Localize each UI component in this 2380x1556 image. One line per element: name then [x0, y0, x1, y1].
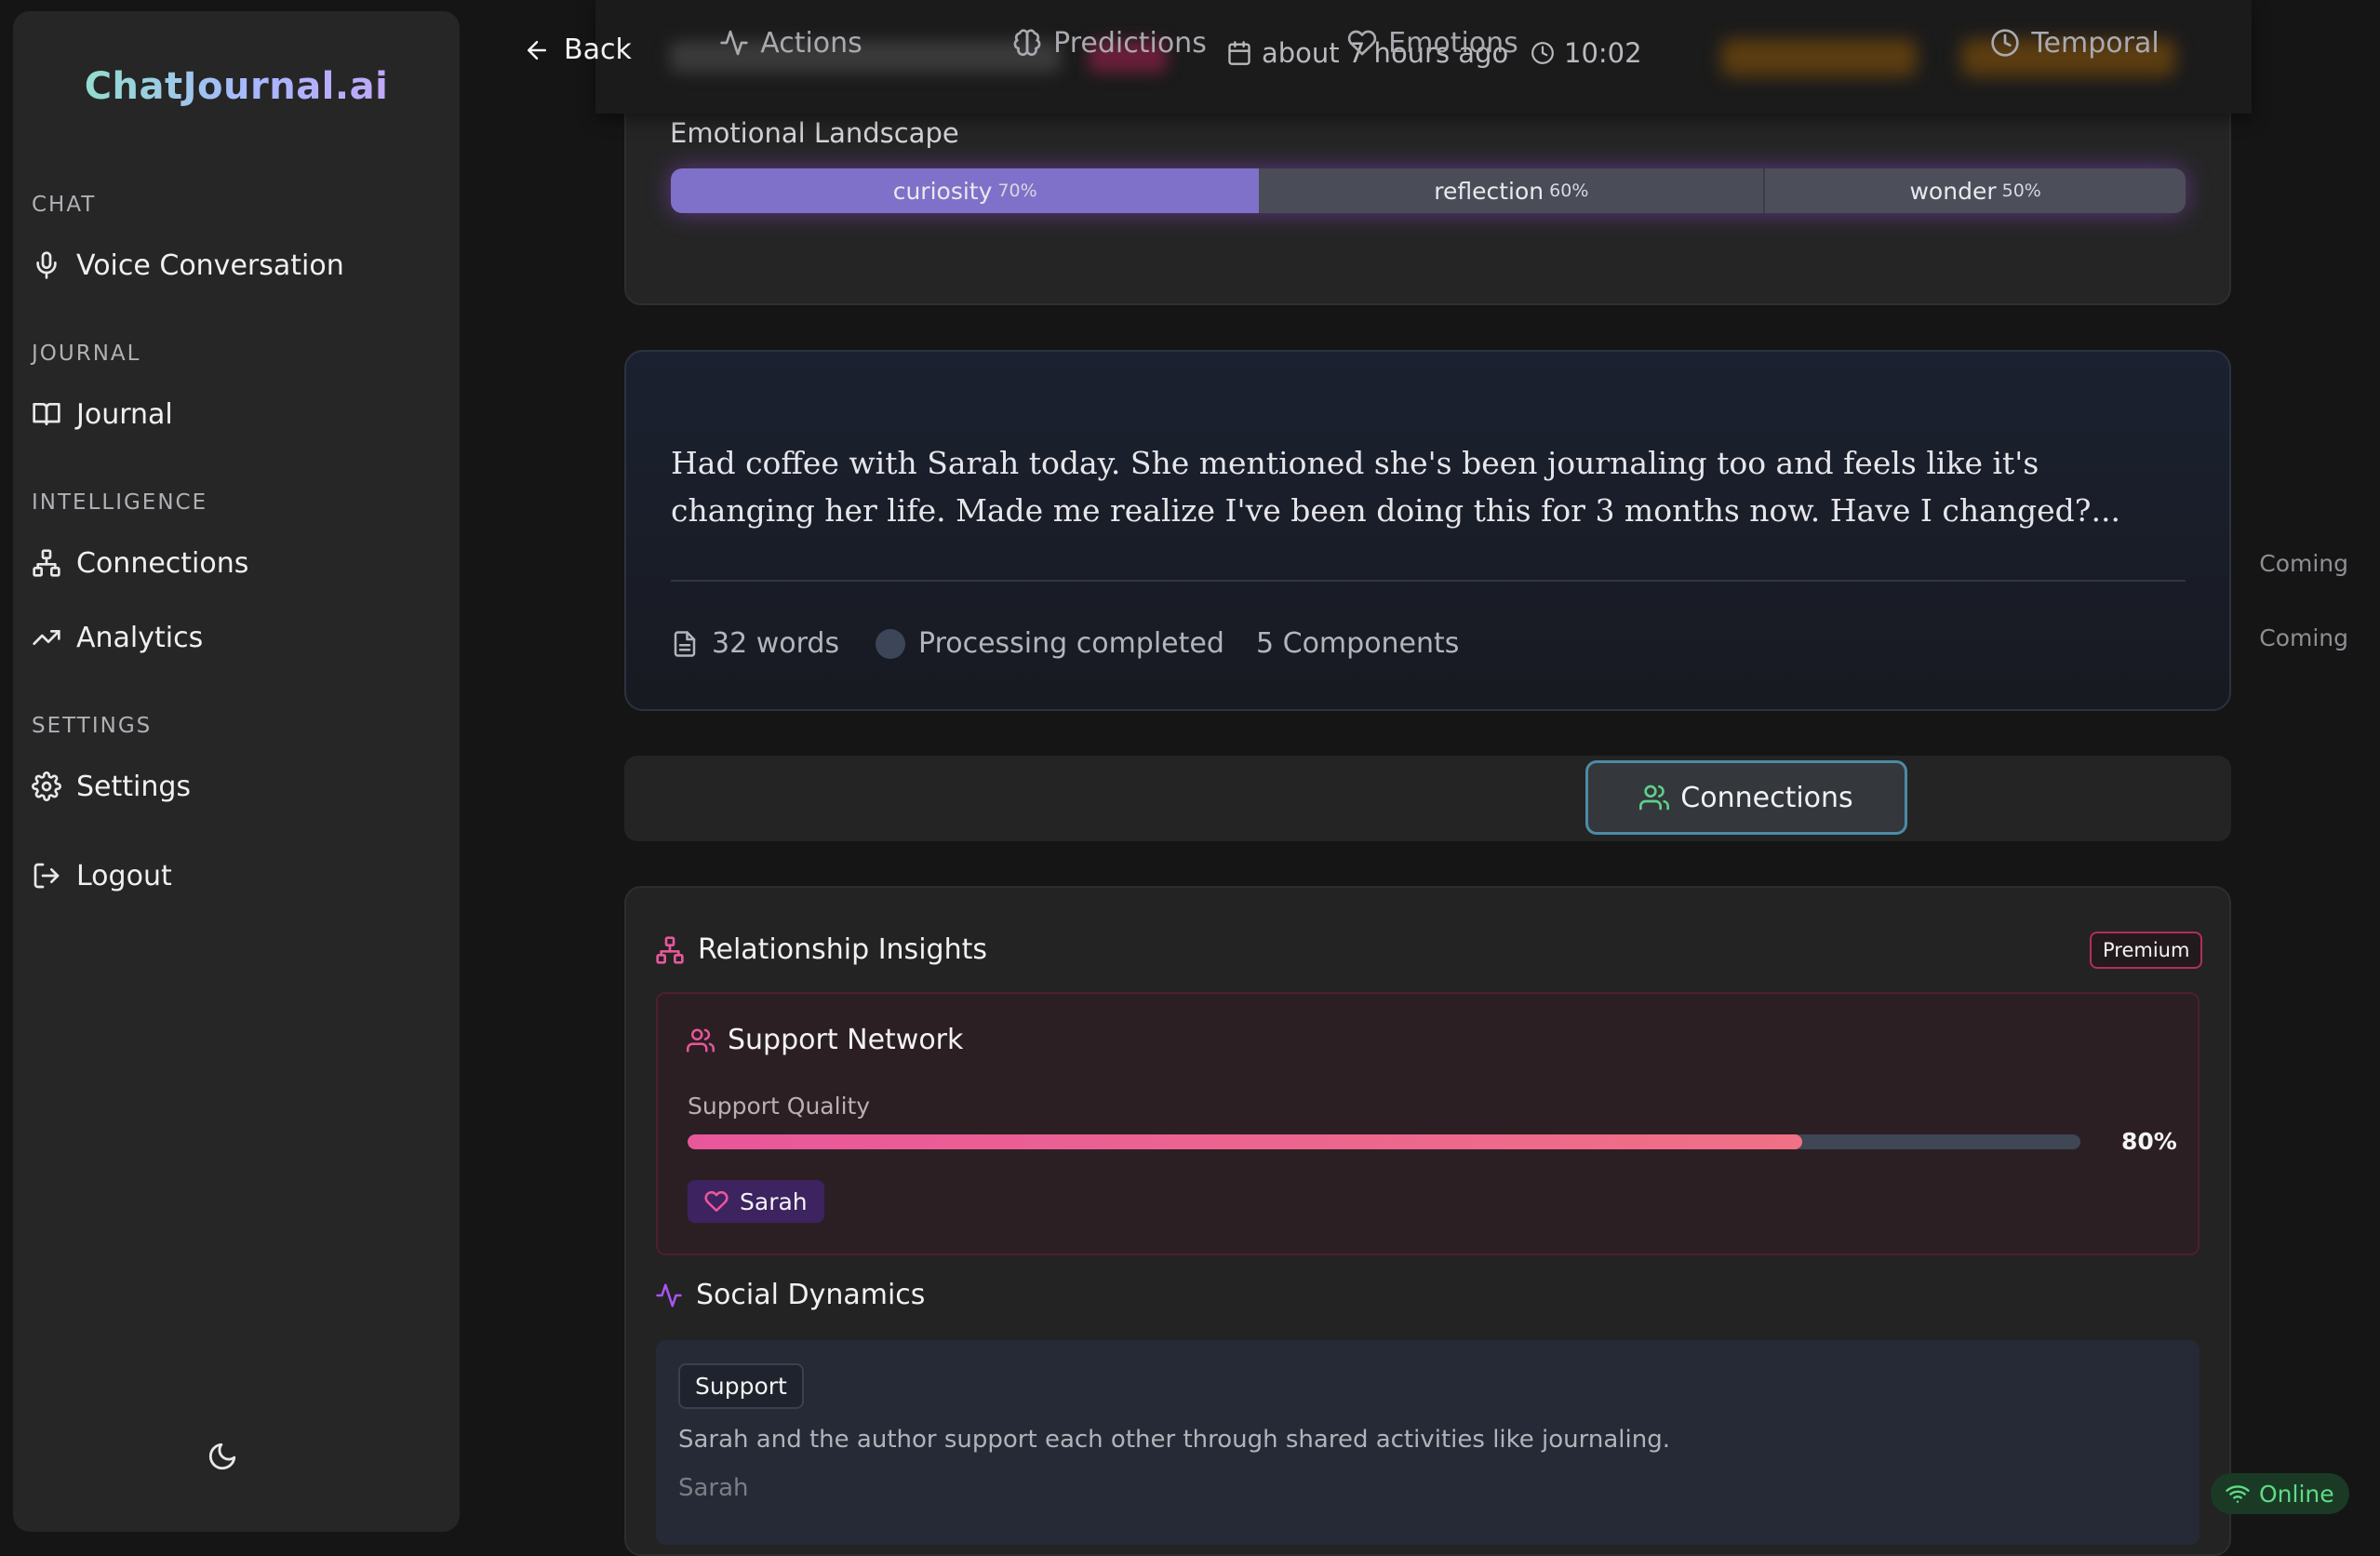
premium-badge: Premium [2090, 932, 2203, 969]
tab-connections[interactable]: Connections [1585, 760, 1907, 835]
processing-status: Processing completed [876, 627, 1224, 660]
coming-badge: Coming [2259, 624, 2348, 651]
tab-label: Temporal [2031, 26, 2159, 60]
person-chip-sarah[interactable]: Sarah [688, 1180, 824, 1223]
panel-title: Support Network [728, 1024, 964, 1056]
moon-icon[interactable] [207, 1441, 238, 1472]
online-label: Online [2259, 1480, 2334, 1508]
emotion-label: reflection [1434, 177, 1544, 205]
users-icon [1639, 785, 1670, 811]
blurred-action[interactable] [1721, 39, 1917, 76]
document-icon [674, 630, 696, 657]
tab-emotions[interactable]: Emotions [1340, 0, 1526, 86]
clock-icon [1531, 42, 1554, 64]
emotion-bar: curiosity 70% reflection 60% wonder 50% [671, 168, 2186, 213]
back-button[interactable]: Back [523, 34, 632, 66]
microphone-icon [32, 250, 61, 280]
emotion-percent: 70% [997, 181, 1037, 201]
coming-badge: Coming [2259, 549, 2348, 577]
gear-icon [32, 771, 61, 801]
status-text: Processing completed [918, 627, 1224, 660]
emotion-percent: 60% [1549, 181, 1589, 201]
section-title: Relationship Insights [698, 933, 987, 966]
support-quality-bar [688, 1134, 2080, 1149]
trending-up-icon [32, 623, 61, 652]
activity-icon [656, 1283, 682, 1307]
word-count: 32 words [671, 627, 839, 660]
heart-icon [704, 1191, 729, 1213]
section-label-chat: CHAT [32, 193, 97, 217]
emotion-label: curiosity [892, 177, 993, 205]
tab-actions[interactable]: Actions [679, 0, 903, 86]
tab-label: Connections [1680, 781, 1853, 814]
emotional-landscape-title: Emotional Landscape [670, 117, 959, 149]
entry-time: 10:02 [1531, 37, 1642, 69]
activity-icon [720, 30, 748, 56]
sidebar-item-label: Settings [76, 770, 192, 803]
section-label-settings: SETTINGS [32, 714, 153, 738]
social-dynamics-title: Social Dynamics [655, 1279, 925, 1311]
section-label-intelligence: INTELLIGENCE [32, 490, 208, 515]
tab-bar [624, 756, 2231, 841]
back-label: Back [564, 34, 632, 66]
components-count: 5 Components [1256, 627, 1459, 660]
tab-temporal[interactable]: Temporal [1963, 0, 2186, 86]
sidebar-item-label: Analytics [76, 621, 204, 654]
sidebar-item-label: Journal [76, 397, 173, 431]
support-quality-value: 80% [2121, 1128, 2177, 1155]
support-quality-label: Support Quality [688, 1093, 871, 1120]
dynamic-description: Sarah and the author support each other … [678, 1426, 1670, 1454]
entry-text: Had coffee with Sarah today. She mention… [671, 445, 2120, 529]
word-count-text: 32 words [712, 627, 840, 660]
emotion-segment-reflection[interactable]: reflection 60% [1259, 168, 1766, 213]
online-status: Online [2211, 1473, 2349, 1514]
network-icon [32, 548, 61, 578]
tab-label: Predictions [1053, 26, 1207, 60]
network-icon [656, 935, 684, 964]
sidebar-item-label: Voice Conversation [76, 248, 344, 282]
brain-icon [1013, 29, 1041, 56]
emotion-percent: 50% [2001, 181, 2041, 201]
section-label-journal: JOURNAL [32, 342, 141, 366]
support-network-title: Support Network [687, 1024, 963, 1056]
tab-label: Actions [760, 26, 862, 60]
emotion-segment-wonder[interactable]: wonder 50% [1765, 168, 2186, 213]
clock-icon [1991, 29, 2019, 57]
section-title: Social Dynamics [696, 1279, 926, 1311]
arrow-left-icon [528, 40, 546, 60]
logout-label: Logout [76, 859, 172, 892]
dynamic-person: Sarah [678, 1474, 749, 1502]
support-quality-fill [688, 1134, 1802, 1149]
divider [671, 580, 2186, 582]
users-icon [687, 1028, 715, 1052]
tab-label: Emotions [1388, 26, 1518, 60]
components-text: 5 Components [1256, 627, 1460, 660]
book-open-icon [32, 399, 61, 429]
relationship-insights-title: Relationship Insights [655, 933, 987, 966]
sidebar-item-label: Connections [76, 546, 249, 580]
emotion-segment-curiosity[interactable]: curiosity 70% [671, 168, 1260, 213]
brand-logo[interactable]: ChatJournal.ai [45, 65, 428, 108]
tab-predictions[interactable]: Predictions [996, 0, 1223, 86]
heart-icon [1347, 30, 1377, 56]
dynamic-type-badge: Support [678, 1363, 804, 1409]
calendar-icon [1228, 41, 1250, 65]
chip-label: Sarah [740, 1187, 808, 1215]
emotion-label: wonder [1909, 177, 1997, 205]
status-dot [876, 628, 905, 659]
time-value: 10:02 [1564, 37, 1642, 69]
wifi-icon [2226, 1485, 2250, 1503]
logout-icon [32, 861, 61, 891]
